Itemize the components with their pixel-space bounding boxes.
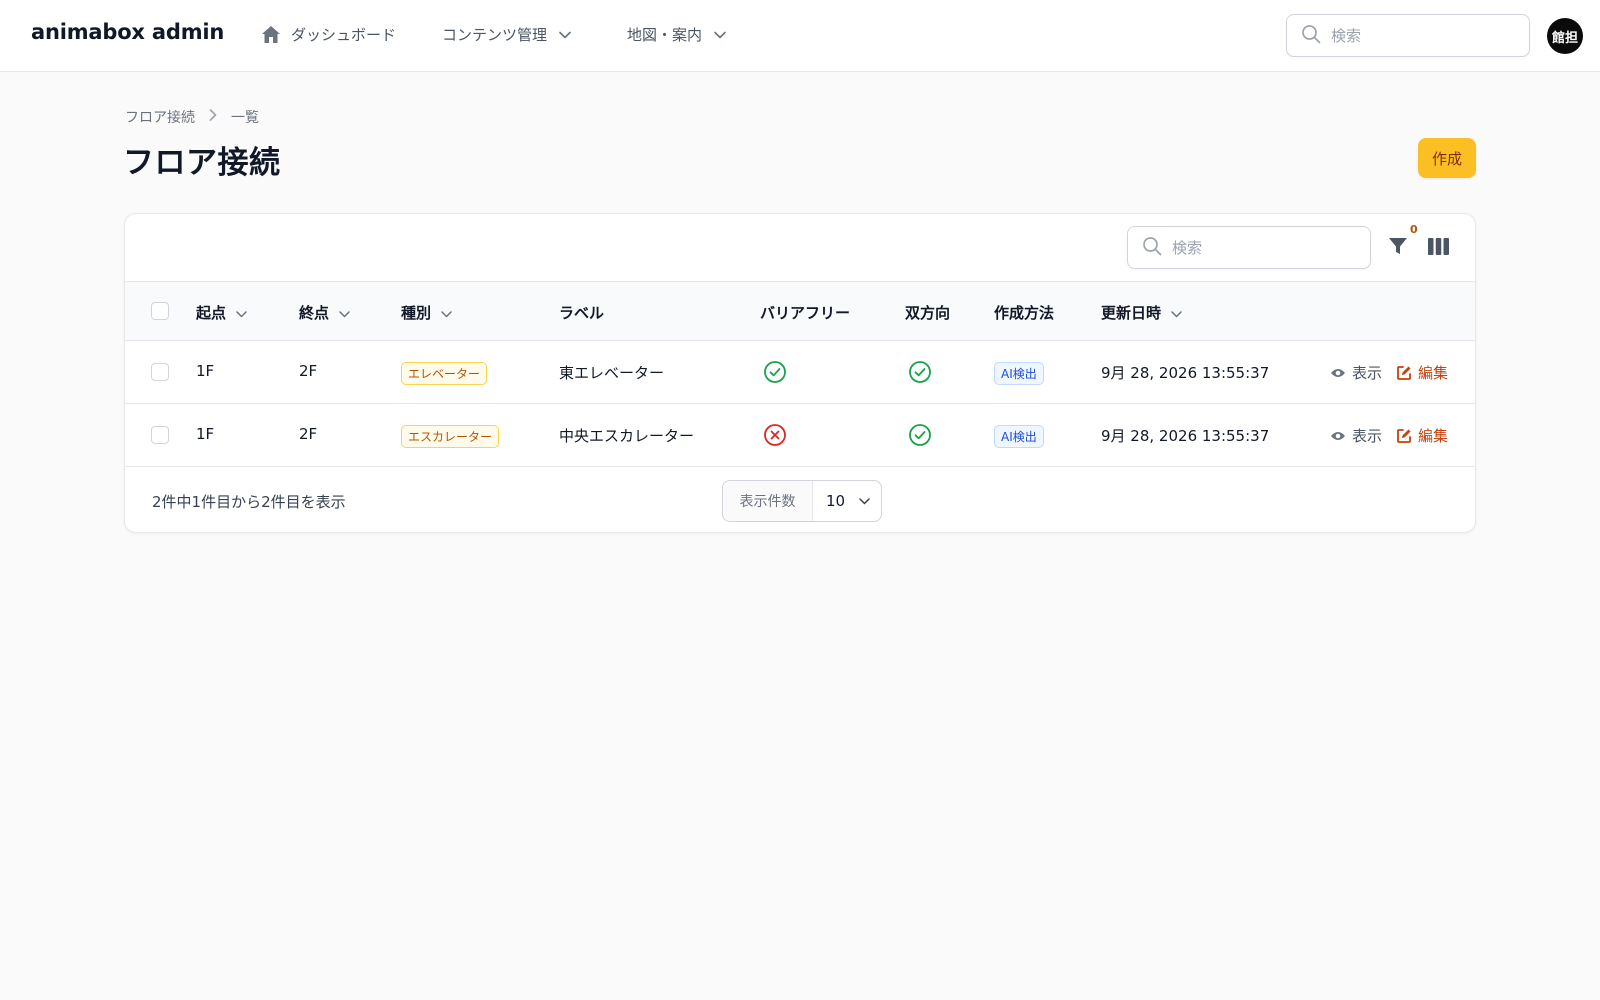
column-from[interactable]: 起点	[196, 302, 247, 323]
row-checkbox[interactable]	[151, 363, 169, 381]
column-bidirectional: 双方向	[905, 304, 951, 322]
edit-icon	[1397, 429, 1411, 443]
search-icon	[1142, 236, 1162, 260]
nav-dashboard-label: ダッシュボード	[291, 26, 397, 44]
edit-action[interactable]: 編集	[1397, 362, 1448, 383]
chevron-down-icon	[339, 304, 350, 322]
nav-dashboard[interactable]: ダッシュボード	[261, 24, 396, 45]
column-updated[interactable]: 更新日時	[1101, 302, 1182, 323]
pagination-summary: 2件中1件目から2件目を表示	[152, 493, 346, 511]
method-badge: AI検出	[994, 425, 1044, 448]
x-circle-icon	[763, 423, 787, 451]
chevron-down-icon	[714, 31, 726, 39]
global-search[interactable]	[1286, 14, 1530, 57]
edit-icon	[1397, 366, 1411, 380]
cell-label: 東エレベーター	[559, 364, 665, 382]
per-page-label: 表示件数	[723, 481, 813, 521]
per-page-value[interactable]: 10	[813, 492, 881, 510]
search-icon	[1301, 24, 1321, 48]
nav-map-guide[interactable]: 地図・案内	[627, 24, 726, 45]
table-row: 1F 2F エレベーター 東エレベーター AI検出 9月 28, 2026 13…	[125, 341, 1475, 404]
column-barrier-free: バリアフリー	[760, 304, 851, 322]
create-button[interactable]: 作成	[1418, 138, 1476, 178]
table-toolbar: 0	[125, 214, 1475, 282]
breadcrumb: フロア接続 一覧	[125, 107, 259, 127]
cell-from: 1F	[196, 362, 215, 380]
table-search[interactable]	[1127, 226, 1371, 269]
table-row: 1F 2F エスカレーター 中央エスカレーター AI検出 9月 28, 2026…	[125, 404, 1475, 467]
cell-to: 2F	[299, 425, 318, 443]
nav-content-management[interactable]: コンテンツ管理	[442, 24, 571, 45]
check-circle-icon	[908, 423, 932, 451]
home-icon	[261, 25, 281, 44]
table-card: 0 起点 終点 種別 ラベル バリアフリー 双方向 作成方法	[124, 213, 1476, 533]
chevron-down-icon	[441, 304, 452, 322]
chevron-down-icon	[859, 497, 870, 505]
column-type[interactable]: 種別	[401, 302, 452, 323]
chevron-down-icon	[559, 31, 571, 39]
type-badge: エスカレーター	[401, 425, 500, 448]
filter-count-badge: 0	[1410, 223, 1418, 236]
check-circle-icon	[908, 360, 932, 388]
view-action[interactable]: 表示	[1330, 362, 1382, 383]
row-checkbox[interactable]	[151, 426, 169, 444]
select-all-checkbox[interactable]	[151, 302, 169, 320]
table-header: 起点 終点 種別 ラベル バリアフリー 双方向 作成方法 更新日時	[125, 282, 1475, 341]
breadcrumb-current: 一覧	[231, 110, 259, 126]
nav-map-label: 地図・案内	[627, 26, 703, 44]
type-badge: エレベーター	[401, 362, 488, 385]
top-navbar: animabox admin ダッシュボード コンテンツ管理 地図・案内 館担	[0, 0, 1600, 72]
global-search-input[interactable]	[1331, 26, 1501, 45]
chevron-down-icon	[236, 304, 247, 322]
cell-label: 中央エスカレーター	[559, 427, 695, 445]
filter-icon[interactable]	[1388, 236, 1408, 260]
eye-icon	[1331, 431, 1345, 440]
page-title: フロア接続	[123, 145, 281, 181]
nav-content-label: コンテンツ管理	[442, 26, 548, 44]
chevron-right-icon	[209, 109, 217, 125]
breadcrumb-parent[interactable]: フロア接続	[125, 107, 195, 127]
eye-icon	[1331, 368, 1345, 377]
columns-icon[interactable]	[1428, 238, 1449, 259]
method-badge: AI検出	[994, 362, 1044, 385]
chevron-down-icon	[1171, 304, 1182, 322]
user-avatar[interactable]: 館担	[1547, 18, 1583, 54]
cell-updated: 9月 28, 2026 13:55:37	[1101, 364, 1270, 382]
per-page-select[interactable]: 表示件数 10	[722, 480, 882, 522]
view-action[interactable]: 表示	[1330, 425, 1382, 446]
column-label: ラベル	[559, 304, 605, 322]
edit-action[interactable]: 編集	[1397, 425, 1448, 446]
column-method: 作成方法	[994, 304, 1055, 322]
table-search-input[interactable]	[1172, 238, 1342, 257]
cell-from: 1F	[196, 425, 215, 443]
cell-updated: 9月 28, 2026 13:55:37	[1101, 427, 1270, 445]
brand-logo[interactable]: animabox admin	[31, 20, 224, 44]
cell-to: 2F	[299, 362, 318, 380]
check-circle-icon	[763, 360, 787, 388]
column-to[interactable]: 終点	[299, 302, 350, 323]
